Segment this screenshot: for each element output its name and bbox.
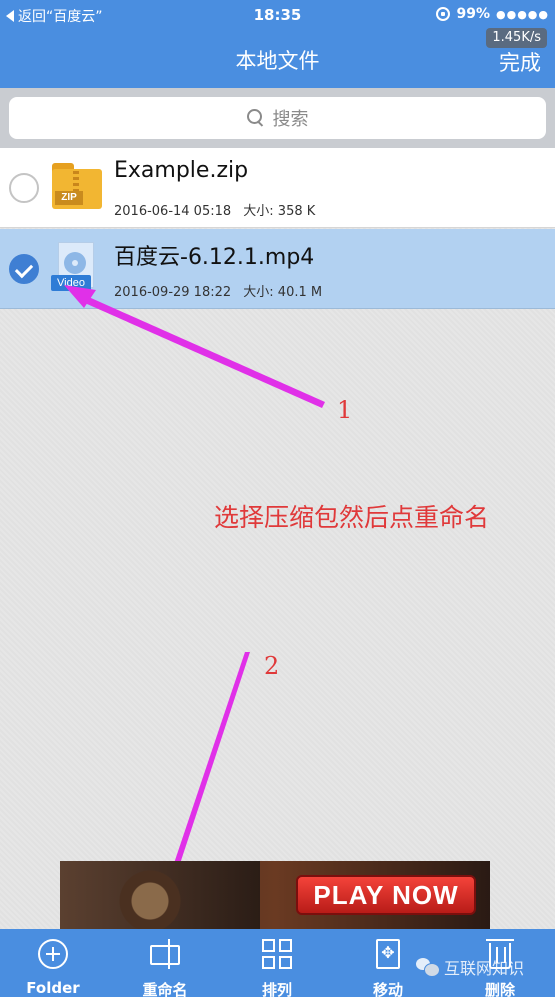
- play-now-button[interactable]: PLAY NOW: [296, 875, 476, 915]
- file-row[interactable]: ZIP Example.zip 2016-06-14 05:18 大小: 358…: [0, 148, 555, 228]
- rename-label: 重命名: [142, 981, 188, 997]
- move-label: 移动: [372, 981, 403, 997]
- wechat-watermark: 互联网知识: [416, 955, 524, 979]
- annotation-step-2: 2: [264, 652, 280, 680]
- zip-folder-icon: ZIP: [52, 163, 102, 211]
- status-right: 99% ●●●●●: [436, 6, 549, 22]
- file-size: 大小: 40.1 M: [243, 285, 323, 300]
- video-file-icon: Video: [51, 242, 96, 294]
- rename-button[interactable]: 重命名: [130, 937, 200, 997]
- watermark-text: 互联网知识: [444, 959, 525, 978]
- rename-icon: [150, 939, 180, 969]
- rotation-lock-icon: [436, 7, 451, 21]
- file-size: 大小: 358 K: [243, 204, 316, 219]
- search-icon: [246, 109, 265, 127]
- new-folder-label: Folder: [26, 979, 80, 997]
- sort-label: 排列: [261, 981, 292, 997]
- move-button[interactable]: 移动: [353, 937, 423, 997]
- move-icon: [376, 939, 400, 969]
- file-row-selected[interactable]: Video 百度云-6.12.1.mp4 2016-09-29 18:22 大小…: [0, 229, 555, 309]
- zip-type-label: ZIP: [55, 191, 83, 205]
- search-input[interactable]: 搜索: [9, 97, 546, 139]
- status-bar: 返回“百度云” 18:35 99% ●●●●●: [0, 0, 555, 30]
- done-button[interactable]: 完成: [499, 47, 541, 77]
- search-bar-container: 搜索: [0, 88, 555, 148]
- file-date: 2016-09-29 18:22: [114, 285, 232, 300]
- annotation-step-1: 1: [337, 396, 353, 424]
- plus-circle-icon: [38, 939, 68, 969]
- page-title: 本地文件: [235, 49, 320, 73]
- file-name: 百度云-6.12.1.mp4: [114, 245, 315, 270]
- delete-label: 删除: [484, 981, 515, 997]
- file-date: 2016-06-14 05:18: [114, 204, 232, 219]
- search-placeholder: 搜索: [272, 109, 309, 130]
- select-checkbox[interactable]: [9, 173, 39, 203]
- file-name: Example.zip: [114, 158, 249, 183]
- ad-banner[interactable]: PLAY NOW: [60, 861, 490, 929]
- speed-badge: 1.45K/s: [486, 28, 547, 48]
- nav-bar: 本地文件 1.45K/s 完成: [0, 28, 555, 88]
- grid-icon: [262, 939, 292, 969]
- video-type-label: Video: [51, 275, 91, 291]
- ad-artwork: [60, 861, 260, 929]
- new-folder-button[interactable]: Folder: [18, 937, 88, 997]
- annotation-instruction: 选择压缩包然后点重命名: [214, 503, 490, 532]
- signal-strength-icon: ●●●●●: [496, 7, 549, 21]
- file-meta: 2016-06-14 05:18 大小: 358 K: [114, 200, 315, 219]
- sort-button[interactable]: 排列: [242, 937, 312, 997]
- wechat-icon: [416, 958, 440, 977]
- select-checkbox-checked[interactable]: [9, 254, 39, 284]
- file-meta: 2016-09-29 18:22 大小: 40.1 M: [114, 281, 322, 300]
- arrow-1-shaft: [78, 294, 325, 408]
- battery-percent: 99%: [456, 6, 490, 22]
